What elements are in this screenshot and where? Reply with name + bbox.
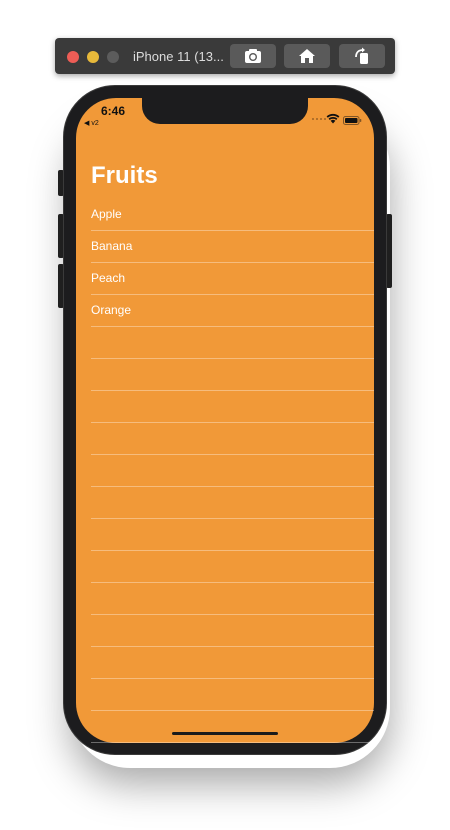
list-item[interactable]: Orange <box>91 295 374 327</box>
empty-list-row <box>91 359 374 391</box>
screenshot-button[interactable] <box>230 44 276 68</box>
simulator-title: iPhone 11 (13... <box>133 49 224 64</box>
list-item-label: Orange <box>91 303 132 317</box>
simulator-toolbar: iPhone 11 (13... <box>55 38 395 74</box>
list-item[interactable]: Apple <box>91 199 374 231</box>
close-window-button[interactable] <box>67 51 79 63</box>
list-item-label: Apple <box>91 207 122 221</box>
status-time: 6:46 <box>101 104 126 118</box>
empty-list-row <box>91 551 374 583</box>
list-item[interactable]: Banana <box>91 231 374 263</box>
empty-list-row <box>91 679 374 711</box>
page-title: Fruits <box>91 162 158 189</box>
rotate-icon <box>353 47 371 65</box>
simulator-stage: iPhone 11 (13... 6:46 ◀ v2 Fruits Apple … <box>0 0 450 830</box>
empty-list-row <box>91 327 374 359</box>
empty-list-row <box>91 391 374 423</box>
battery-icon <box>343 112 362 130</box>
list-item-label: Peach <box>91 271 126 285</box>
home-indicator[interactable] <box>172 732 278 735</box>
wifi-icon <box>326 111 340 129</box>
empty-list-row <box>91 647 374 679</box>
signal-icon <box>312 117 326 121</box>
rotate-button[interactable] <box>339 44 385 68</box>
empty-list-row <box>91 455 374 487</box>
row-separator <box>91 742 374 743</box>
minimize-window-button[interactable] <box>87 51 99 63</box>
empty-list-row <box>91 583 374 615</box>
zoom-window-button[interactable] <box>107 51 119 63</box>
empty-list-row <box>91 615 374 647</box>
screenshot-icon <box>244 48 262 64</box>
home-icon <box>298 48 316 64</box>
empty-list-row <box>91 711 374 743</box>
list-item[interactable]: Peach <box>91 263 374 295</box>
back-to-app-link[interactable]: ◀ v2 <box>84 119 99 127</box>
home-button[interactable] <box>284 44 330 68</box>
list-item-label: Banana <box>91 239 133 253</box>
phone-notch <box>142 98 308 124</box>
empty-list-row <box>91 423 374 455</box>
empty-list-row <box>91 487 374 519</box>
empty-list-row <box>91 519 374 551</box>
